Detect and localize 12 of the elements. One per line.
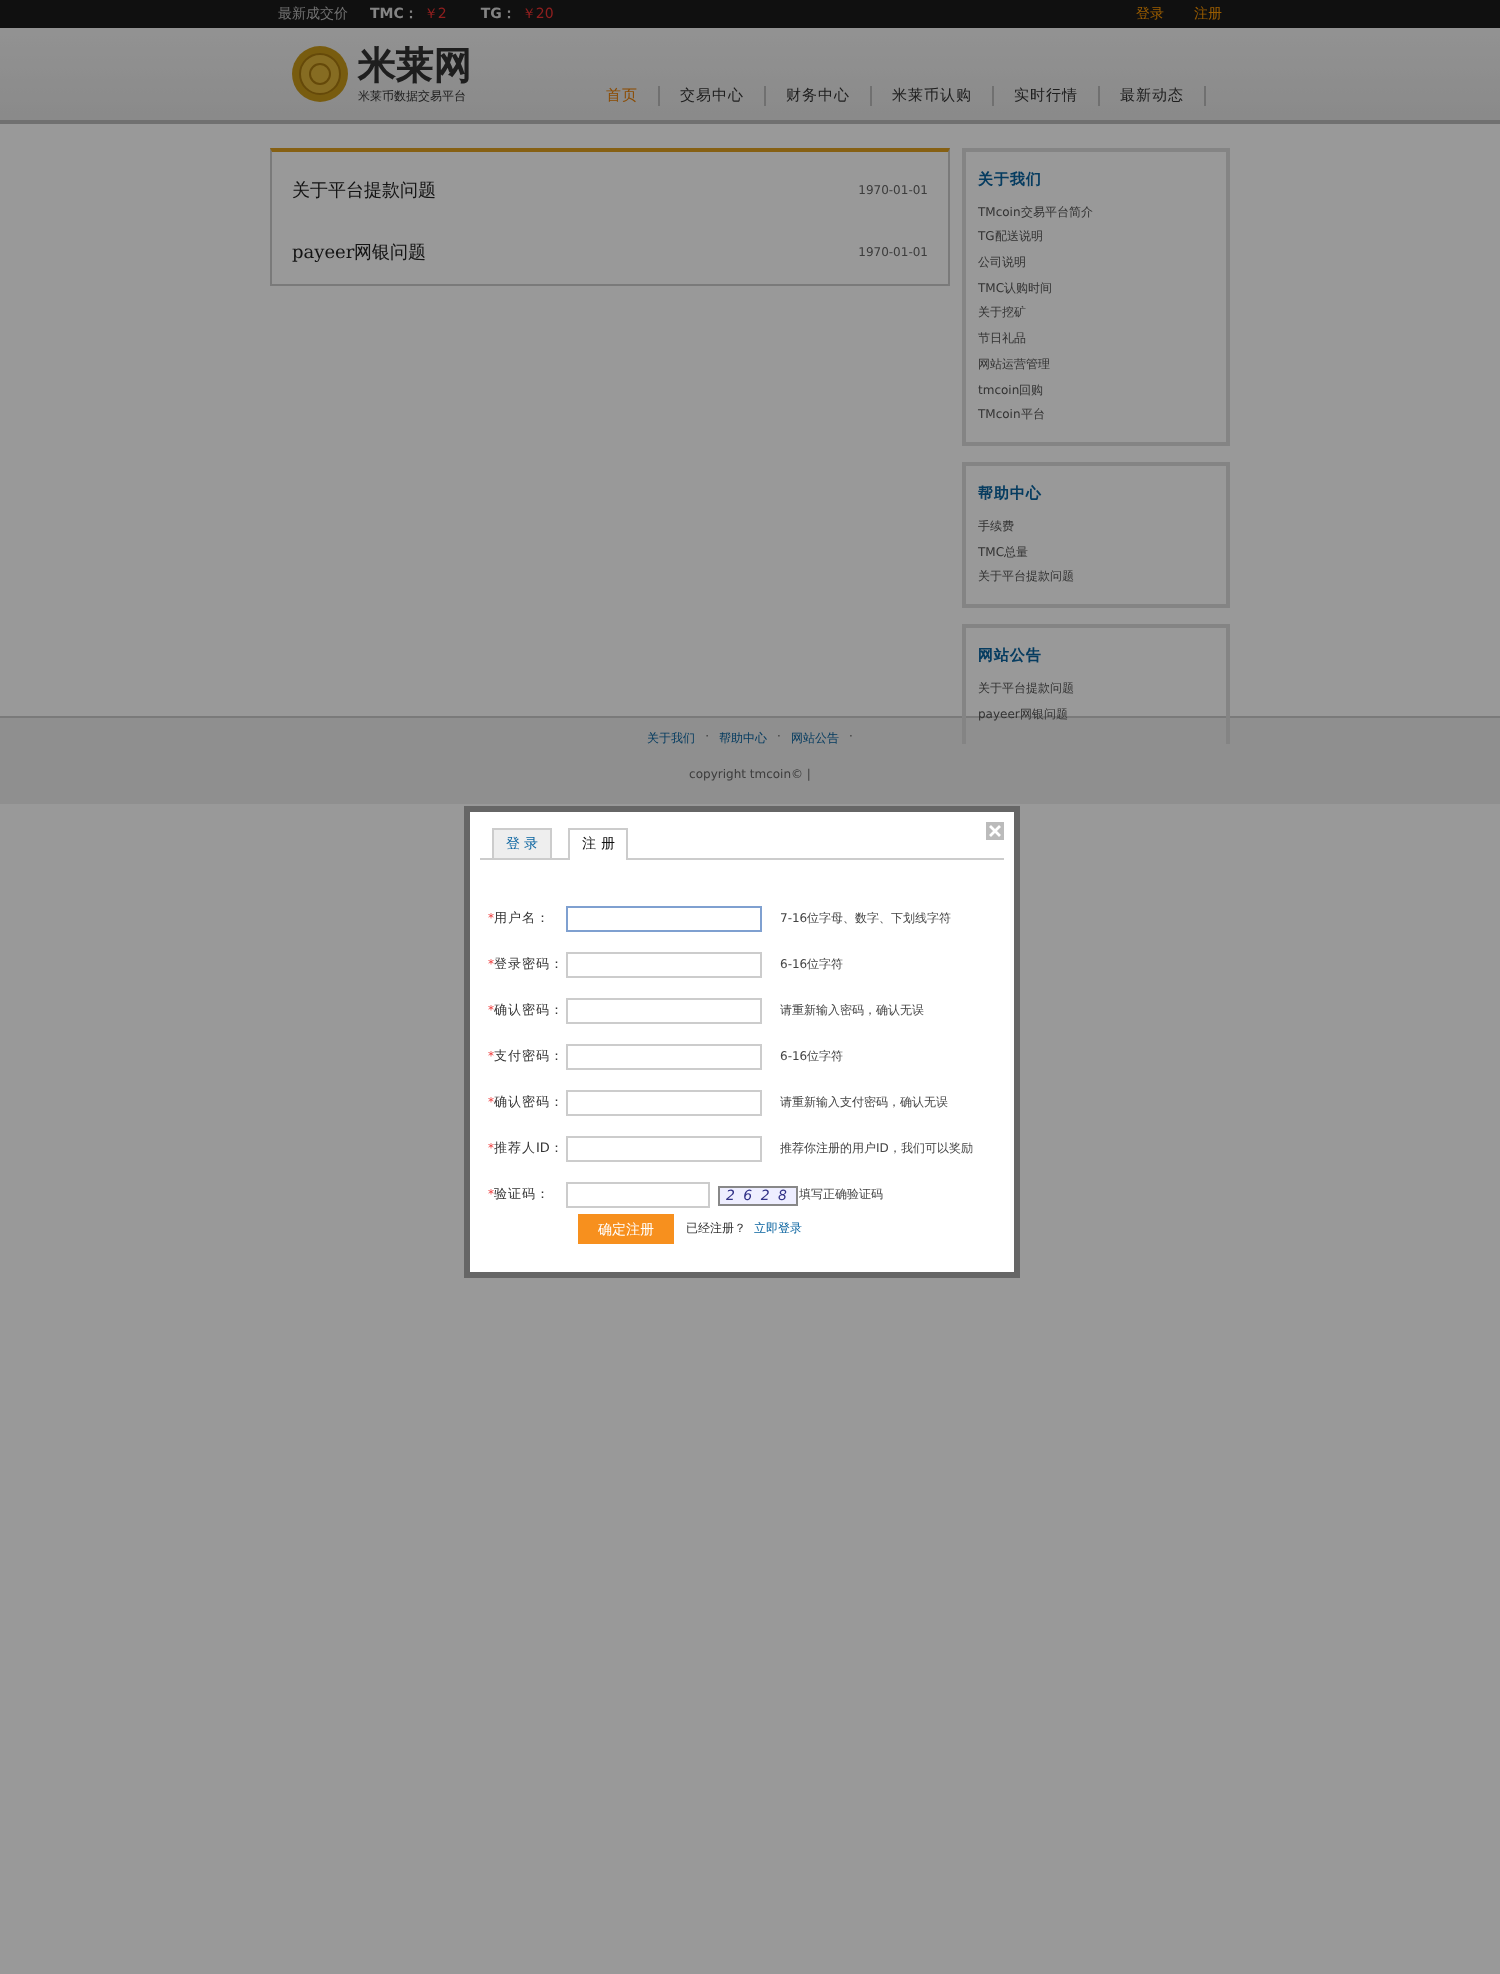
news-title[interactable]: payeer网银问题: [292, 240, 427, 266]
input-field[interactable]: [566, 1044, 762, 1070]
input-field[interactable]: [566, 906, 762, 932]
input-field[interactable]: [566, 952, 762, 978]
news-title[interactable]: 关于平台提款问题: [292, 178, 436, 204]
input-field[interactable]: [566, 1182, 710, 1208]
input-field[interactable]: [566, 1136, 762, 1162]
logo-text: 米莱网: [358, 43, 472, 87]
coin-logo-icon: [290, 44, 350, 104]
input-field[interactable]: [566, 998, 762, 1024]
close-button[interactable]: [986, 822, 1004, 840]
input-field[interactable]: [566, 1090, 762, 1116]
